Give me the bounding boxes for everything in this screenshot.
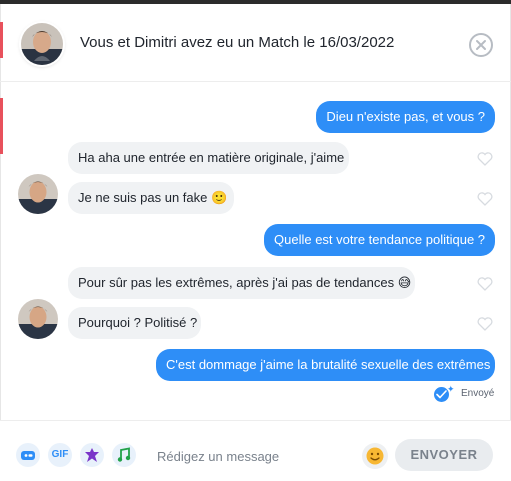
message-bubble-sent: Dieu n'existe pas, et vous ?: [316, 101, 495, 133]
chat-header: Vous et Dimitri avez eu un Match le 16/0…: [0, 4, 511, 82]
message-bubble-received: Je ne suis pas un fake 🙂: [68, 182, 234, 214]
status-label: Envoyé: [461, 388, 495, 399]
like-heart-icon[interactable]: [477, 277, 493, 291]
like-heart-icon[interactable]: [477, 152, 493, 166]
like-heart-icon[interactable]: [477, 317, 493, 331]
smiley-icon[interactable]: [362, 443, 388, 469]
message-composer: GIF Rédigez un message ENVOYER: [0, 420, 511, 481]
message-bubble-sent: Quelle est votre tendance politique ?: [264, 224, 495, 256]
close-icon[interactable]: [469, 33, 493, 57]
bitmoji-icon[interactable]: [80, 443, 104, 467]
music-note-icon[interactable]: [112, 443, 136, 467]
match-avatar[interactable]: [18, 299, 58, 339]
match-avatar[interactable]: [18, 174, 58, 214]
message-bubble-sent: C'est dommage j'aime la brutalité sexuel…: [156, 349, 495, 381]
like-heart-icon[interactable]: [477, 192, 493, 206]
sticker-icon[interactable]: [16, 443, 40, 467]
accent-bar: [0, 22, 3, 58]
send-button[interactable]: ENVOYER: [395, 439, 493, 471]
message-bubble-received: Pour sûr pas les extrêmes, après j'ai pa…: [68, 267, 415, 299]
message-bubble-received: Pourquoi ? Politisé ?: [68, 307, 201, 339]
match-title: Vous et Dimitri avez eu un Match le 16/0…: [80, 34, 395, 51]
sparkle-icon: ✦: [447, 384, 455, 394]
match-avatar[interactable]: [21, 23, 63, 65]
message-bubble-received: Ha aha une entrée en matière originale, …: [68, 142, 349, 174]
gif-label: GIF: [51, 449, 69, 460]
gif-button[interactable]: GIF: [48, 443, 72, 467]
accent-bar: [0, 98, 3, 154]
message-input[interactable]: Rédigez un message: [157, 449, 279, 464]
